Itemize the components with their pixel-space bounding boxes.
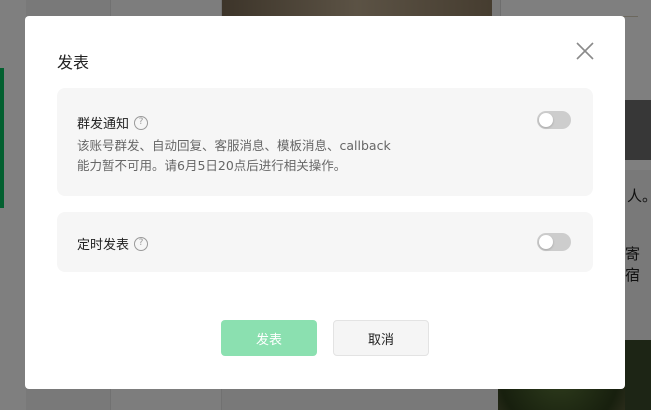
scheduled-publish-option: 定时发表 ? <box>57 212 593 272</box>
mass-notification-description: 该账号群发、自动回复、客服消息、模板消息、callback能力暂不可用。请6月5… <box>77 138 391 173</box>
help-icon[interactable]: ? <box>134 115 149 130</box>
scheduled-publish-label: 定时发表 <box>77 238 130 253</box>
mass-notification-label: 群发通知 <box>77 117 130 132</box>
scheduled-publish-toggle[interactable] <box>537 233 571 251</box>
mass-notification-label-row: 群发通知 ? <box>77 113 149 132</box>
toggle-knob <box>539 235 553 249</box>
mass-notification-option: 群发通知 ? 该账号群发、自动回复、客服消息、模板消息、callback能力暂不… <box>57 88 593 196</box>
close-icon[interactable] <box>575 41 595 61</box>
mass-notification-toggle[interactable] <box>537 111 571 129</box>
toggle-knob <box>539 113 553 127</box>
help-icon[interactable]: ? <box>134 236 149 251</box>
publish-dialog: 发表 群发通知 ? 该账号群发、自动回复、客服消息、模板消息、callback能… <box>25 16 625 389</box>
dialog-title: 发表 <box>57 53 90 72</box>
scheduled-publish-label-row: 定时发表 ? <box>77 234 149 253</box>
cancel-button[interactable]: 取消 <box>333 320 429 356</box>
publish-button[interactable]: 发表 <box>221 320 317 356</box>
